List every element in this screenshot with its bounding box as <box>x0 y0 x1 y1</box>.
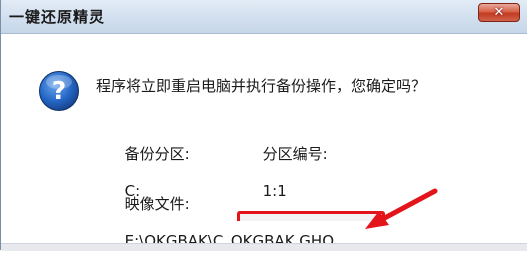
question-icon: ? <box>39 71 79 111</box>
title-bar[interactable]: 一键还原精灵 ✕ <box>1 0 527 34</box>
close-button[interactable]: ✕ <box>478 3 520 22</box>
confirm-question: 程序将立即重启电脑并执行备份操作，您确定吗？ <box>96 77 427 95</box>
image-file-label: 映像文件: <box>124 195 190 213</box>
svg-text:?: ? <box>52 76 67 105</box>
partition-number-label: 分区编号: <box>262 145 328 163</box>
window-title: 一键还原精灵 <box>9 8 106 26</box>
close-icon: ✕ <box>493 5 505 20</box>
backup-partition-label: 备份分区: <box>124 145 190 163</box>
arrow-icon <box>365 188 438 229</box>
dialog-window: 一键还原精灵 ✕ ? 程序将立即重启电脑并执行备份操作，您确定吗？ 备份分区: … <box>0 0 527 251</box>
image-file-row: 映像文件: E:\OKGBAK\C_OKGBAK.GHO <box>96 175 334 268</box>
